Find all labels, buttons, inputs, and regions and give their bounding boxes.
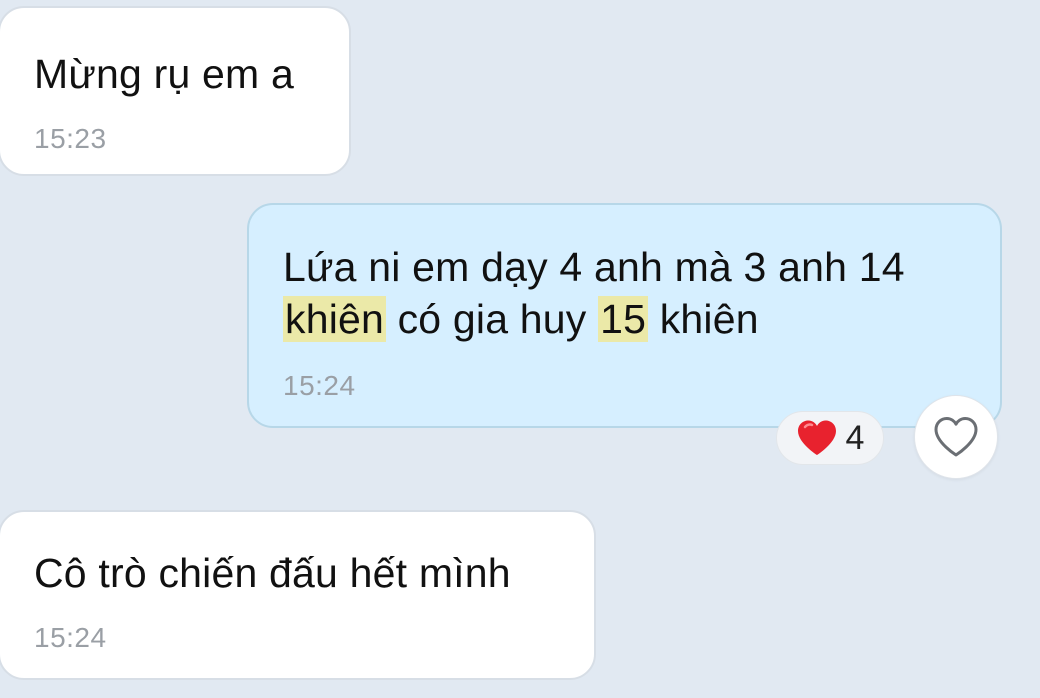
message-bubble-outgoing[interactable]: Lứa ni em dạy 4 anh mà 3 anh 14 khiên có… [247, 203, 1002, 428]
message-line-1: Lứa ni em dạy 4 anh mà 3 anh 14 [283, 244, 905, 290]
search-highlight: 15 [598, 296, 649, 342]
heart-icon [797, 420, 836, 455]
heart-outline-icon [934, 417, 978, 457]
message-text: Lứa ni em dạy 4 anh mà 3 anh 14 khiên có… [283, 241, 905, 345]
message-timestamp: 15:23 [34, 123, 107, 154]
message-timestamp: 15:24 [34, 622, 107, 653]
message-text: Cô trò chiến đấu hết mình [34, 550, 511, 596]
reaction-summary[interactable]: 4 [776, 411, 884, 465]
message-text-segment: khiên [648, 296, 759, 342]
react-button[interactable] [914, 395, 998, 479]
reaction-count: 4 [845, 418, 865, 457]
message-bubble-incoming[interactable]: Cô trò chiến đấu hết mình 15:24 [0, 510, 596, 680]
message-text: Mừng rụ em a [34, 51, 294, 97]
message-text-segment: có gia huy [386, 296, 599, 342]
search-highlight: khiên [283, 296, 387, 342]
message-bubble-incoming[interactable]: Mừng rụ em a 15:23 [0, 6, 351, 176]
message-timestamp: 15:24 [283, 370, 356, 401]
message-line-2: khiên có gia huy 15 khiên [283, 293, 905, 345]
